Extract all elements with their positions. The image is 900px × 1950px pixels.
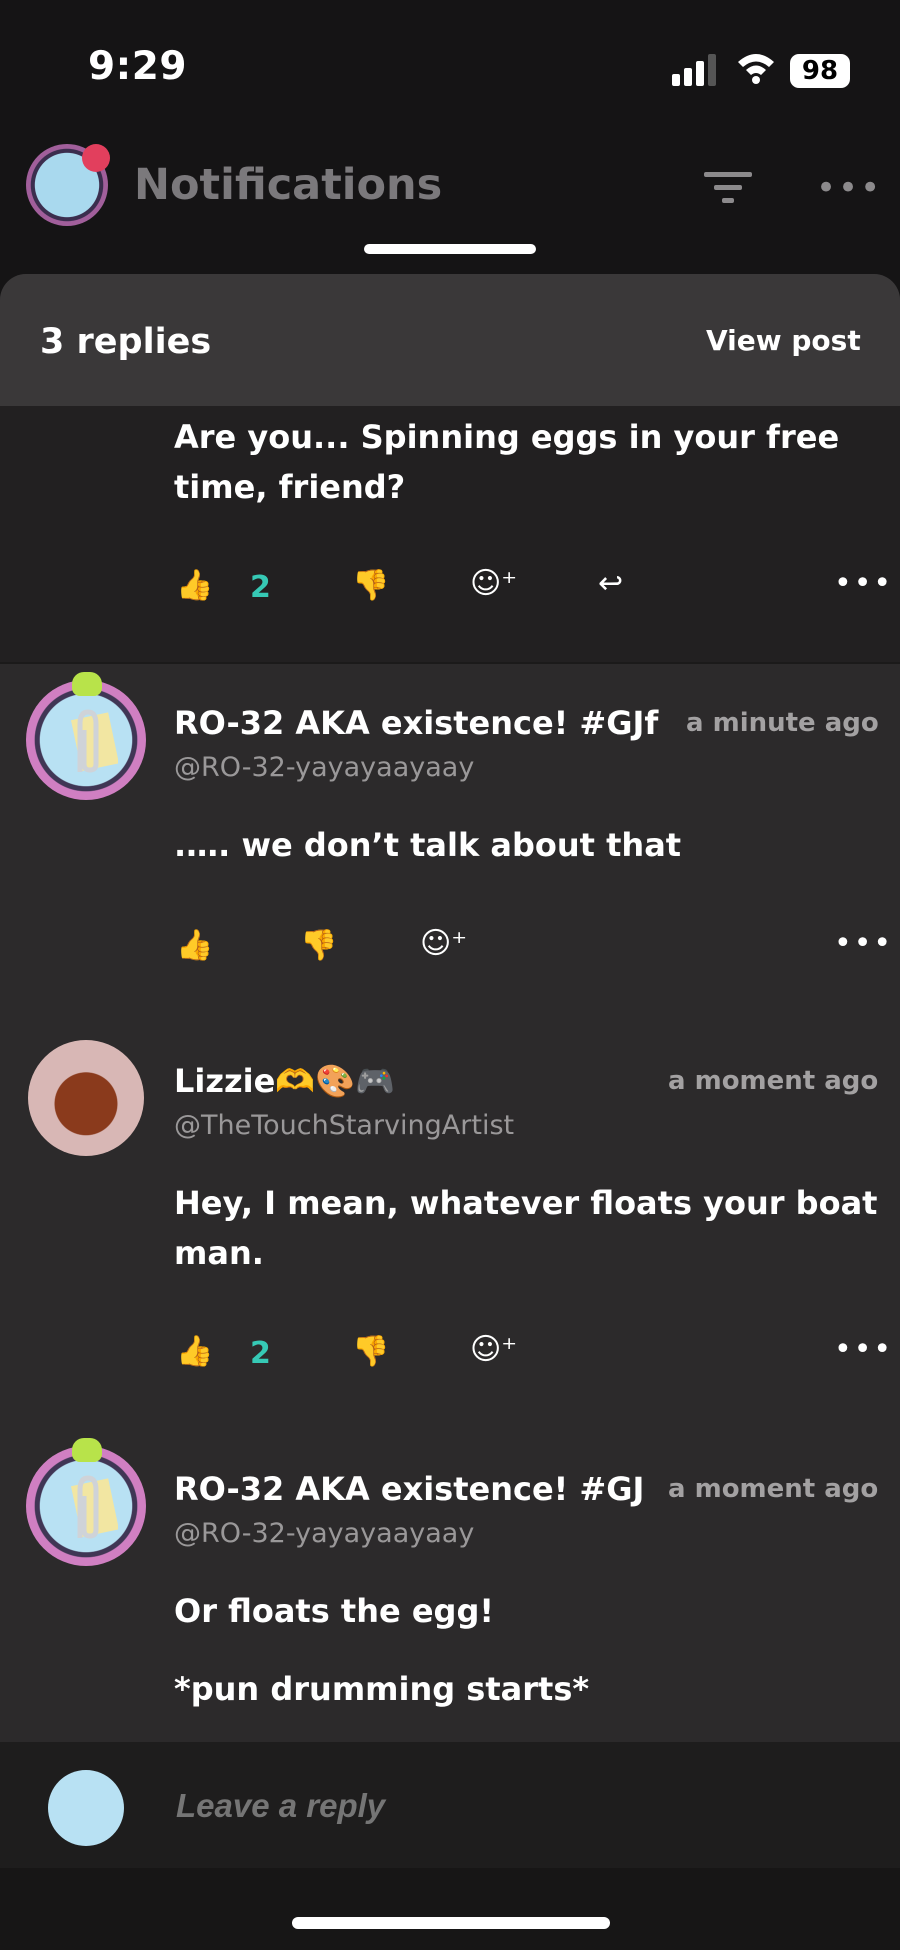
comment-author-name[interactable]: Lizzie🫶🎨🎮 — [174, 1062, 395, 1100]
comment-text-line: time, friend? — [174, 468, 406, 506]
wifi-icon — [738, 54, 774, 84]
thumbs-down-icon[interactable]: 👎 — [300, 928, 337, 963]
thumbs-up-icon[interactable]: 👍 — [176, 928, 213, 963]
sheet-drag-handle[interactable] — [364, 244, 536, 254]
notification-dot — [82, 144, 110, 172]
comment-text-line: .…. we don’t talk about that — [174, 826, 682, 864]
comment-more-icon[interactable]: ••• — [834, 926, 893, 961]
more-options-icon[interactable]: ••• — [816, 168, 882, 208]
status-time: 9:29 — [88, 44, 188, 89]
filter-icon[interactable] — [704, 170, 752, 206]
comment-author-handle[interactable]: @RO-32-yayayaayaay — [174, 1518, 474, 1549]
comment-text-line: Are you... Spinning eggs in your free — [174, 418, 840, 456]
divider — [0, 662, 900, 664]
paperclip-icon — [70, 709, 118, 773]
thumbs-down-icon[interactable]: 👎 — [352, 1334, 389, 1369]
battery-indicator: 98 — [790, 54, 850, 88]
avatar[interactable] — [26, 680, 146, 800]
like-count: 2 — [250, 1336, 271, 1371]
comment-author-handle[interactable]: @RO-32-yayayaayaay — [174, 752, 474, 783]
comment-timestamp: a moment ago — [668, 1066, 879, 1096]
paperclip-icon — [70, 1475, 118, 1539]
frog-badge-icon — [72, 672, 102, 696]
comment-text-line: Hey, I mean, whatever floats your boat — [174, 1184, 878, 1222]
page-title: Notifications — [134, 160, 443, 210]
comment-timestamp: a moment ago — [668, 1474, 879, 1504]
reply-input[interactable] — [174, 1786, 778, 1826]
cell-signal-icon — [672, 54, 716, 86]
reply-icon[interactable]: ↩ — [598, 566, 623, 601]
thumbs-up-icon[interactable]: 👍 — [176, 568, 213, 603]
thumbs-down-icon[interactable]: 👎 — [352, 568, 389, 603]
comment-text-line: man. — [174, 1234, 264, 1272]
frog-badge-icon — [72, 1438, 102, 1462]
add-emoji-icon[interactable]: ☺⁺ — [470, 566, 517, 601]
comment-more-icon[interactable]: ••• — [834, 566, 893, 601]
view-post-button[interactable]: View post — [706, 324, 861, 357]
comment-text-line: Or floats the egg! — [174, 1592, 494, 1630]
home-indicator — [292, 1917, 610, 1929]
avatar[interactable] — [26, 1446, 146, 1566]
composer-avatar — [48, 1770, 124, 1846]
comment-author-name[interactable]: RO-32 AKA existence! #GJ — [174, 1470, 644, 1508]
add-emoji-icon[interactable]: ☺⁺ — [470, 1332, 517, 1367]
thumbs-up-icon[interactable]: 👍 — [176, 1334, 213, 1369]
comment-author-handle[interactable]: @TheTouchStarvingArtist — [174, 1110, 514, 1141]
bottom-safe-area — [0, 1868, 900, 1950]
comment-more-icon[interactable]: ••• — [834, 1332, 893, 1367]
add-emoji-icon[interactable]: ☺⁺ — [420, 926, 467, 961]
comment-timestamp: a minute ago — [686, 708, 879, 738]
comment-text-line: *pun drumming starts* — [174, 1670, 590, 1708]
like-count: 2 — [250, 570, 271, 605]
replies-count: 3 replies — [40, 322, 212, 362]
comment-author-name[interactable]: RO-32 AKA existence! #GJf — [174, 704, 664, 742]
avatar[interactable] — [28, 1040, 144, 1156]
